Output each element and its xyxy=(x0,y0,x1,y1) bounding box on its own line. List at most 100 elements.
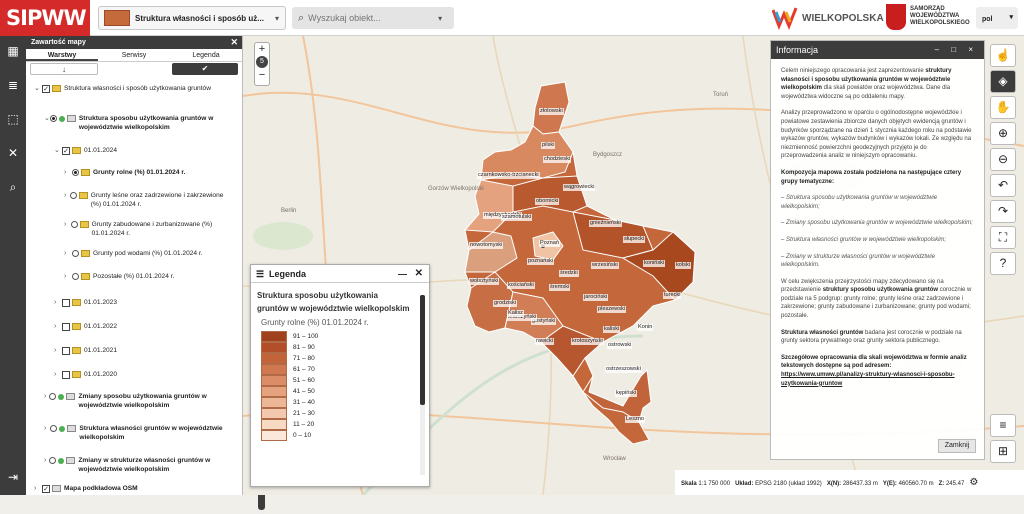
chevron-down-icon[interactable]: ⌄ xyxy=(54,146,62,155)
county-label: gnieźnieński xyxy=(589,220,622,227)
exit-icon[interactable]: ⇥ xyxy=(0,466,26,488)
grid-icon[interactable]: ▦ xyxy=(0,40,26,62)
info-body: Celem niniejszego opracowania jest zapre… xyxy=(771,59,984,388)
settings-gear-icon[interactable]: ⚙ xyxy=(969,477,978,488)
chevron-right-icon[interactable]: › xyxy=(64,191,70,200)
tree-node[interactable]: › 01.01.2020 xyxy=(54,370,117,379)
chevron-down-icon[interactable]: ⌄ xyxy=(34,84,42,93)
close-icon[interactable]: ✕ xyxy=(415,265,423,283)
redo-icon[interactable]: ↷ xyxy=(990,200,1016,223)
legend-class: 71 – 80 xyxy=(261,353,429,364)
tree-node[interactable]: ⌄ Struktura sposobu użytkowania gruntów w… xyxy=(44,114,230,132)
chevron-right-icon[interactable]: › xyxy=(54,298,62,307)
chevron-right-icon[interactable]: › xyxy=(54,346,62,355)
chevron-down-icon[interactable]: ⌄ xyxy=(44,114,50,123)
checkbox[interactable] xyxy=(62,347,70,355)
crs-value[interactable]: EPSG 2180 (układ 1992) xyxy=(755,481,822,487)
sipww-logo[interactable]: SIPWW xyxy=(0,0,90,36)
wielkopolska-logo[interactable]: WIELKOPOLSKA xyxy=(772,6,884,30)
tree-node[interactable]: › Grunty rolne (%) 01.01.2024 r. xyxy=(64,168,229,177)
chevron-right-icon[interactable]: › xyxy=(54,370,62,379)
checkbox[interactable] xyxy=(62,371,70,379)
tree-node[interactable]: › Grunty pod wodami (%) 01.01.2024 r. xyxy=(64,249,224,258)
checkbox[interactable]: ✓ xyxy=(42,85,50,93)
zoom-in-button[interactable]: + xyxy=(255,43,269,55)
tree-node[interactable]: › 01.01.2022 xyxy=(54,322,117,331)
radio[interactable] xyxy=(49,457,57,464)
radio[interactable] xyxy=(72,250,79,257)
checkbox[interactable]: ✓ xyxy=(42,485,50,493)
expand-button[interactable]: ↓ xyxy=(30,63,98,75)
zoom-out-button[interactable]: − xyxy=(255,69,269,81)
window-controls[interactable]: – □ × xyxy=(935,41,978,59)
extent-icon[interactable]: ⛶ xyxy=(990,226,1016,249)
tree-node[interactable]: › Pozostałe (%) 01.01.2024 r. xyxy=(64,272,224,281)
table-icon xyxy=(66,115,76,122)
tree-node-label: 01.01.2022 xyxy=(84,323,118,330)
project-selector[interactable]: Struktura własności i sposób uż... ▾ xyxy=(98,6,286,30)
legend-scrollbar[interactable] xyxy=(420,295,425,475)
legend-class: 0 – 10 xyxy=(261,430,429,441)
chevron-right-icon[interactable]: › xyxy=(64,249,72,258)
tab-legenda[interactable]: Legenda xyxy=(170,49,242,61)
analysis-link[interactable]: https://www.umww.pl/analizy-struktury-wl… xyxy=(781,372,955,387)
folder-icon xyxy=(72,371,81,378)
radio[interactable] xyxy=(72,169,79,176)
hand-icon[interactable]: ✋ xyxy=(990,96,1016,119)
samorzad-line: WIELKOPOLSKIEGO xyxy=(910,20,970,26)
chevron-right-icon[interactable]: › xyxy=(54,322,62,331)
list-icon[interactable]: ≡ xyxy=(990,414,1016,437)
chevron-right-icon[interactable]: › xyxy=(34,484,42,493)
left-toolbar: ▦ ≣ ⬚ ✕ ⌕ ⇥ xyxy=(0,36,26,495)
chevron-right-icon[interactable]: › xyxy=(64,272,72,281)
tree-node[interactable]: › Grunty zabudowane i zurbanizowane (%) 0… xyxy=(64,220,224,238)
scale-value[interactable]: 1:1 750 000 xyxy=(698,481,730,487)
legend-swatch xyxy=(261,430,287,441)
tree-node[interactable]: › 01.01.2021 xyxy=(54,346,117,355)
radio[interactable] xyxy=(72,273,79,280)
tab-serwisy[interactable]: Serwisy xyxy=(98,49,170,61)
language-selector[interactable]: pol ▾ xyxy=(976,7,1018,29)
grid-lines-icon[interactable]: ⊞ xyxy=(990,440,1016,463)
radio[interactable] xyxy=(49,115,57,122)
radio[interactable] xyxy=(69,192,77,199)
radio[interactable] xyxy=(50,425,58,432)
tree-node[interactable]: › Zmiany sposobu użytkowania gruntów w wo… xyxy=(44,392,230,410)
help-icon[interactable]: ? xyxy=(990,252,1016,275)
info-group-item: – Struktura sposobu użytkowania gruntów … xyxy=(781,195,938,210)
zoom-in-icon[interactable]: ⊕ xyxy=(990,122,1016,145)
minimize-icon[interactable]: — xyxy=(398,265,407,283)
info-group-item: – Struktura własności gruntów w wojewódz… xyxy=(781,236,947,243)
radio[interactable] xyxy=(70,221,78,228)
tree-node[interactable]: › Grunty leśne oraz zadrzewione i zakrzew… xyxy=(64,191,224,209)
tab-warstwy[interactable]: Warstwy xyxy=(26,49,98,61)
tree-node[interactable]: › Struktura własności gruntów w województ… xyxy=(44,424,230,442)
pan-pointer-icon[interactable]: ☝ xyxy=(990,44,1016,67)
tree-node[interactable]: › ✓ Mapa podkładowa OSM xyxy=(34,484,230,493)
search-box[interactable]: ⌕ ▾ xyxy=(292,7,454,29)
legend-class-label: 21 – 30 xyxy=(293,410,315,417)
close-icon[interactable]: ✕ xyxy=(230,36,238,49)
chevron-right-icon[interactable]: › xyxy=(64,168,72,177)
check-all-button[interactable]: ✔ xyxy=(172,63,238,75)
close-button[interactable]: Zamknij xyxy=(938,439,976,453)
chevron-right-icon[interactable]: › xyxy=(64,220,71,229)
checkbox[interactable]: ✓ xyxy=(62,147,70,155)
search-list-icon[interactable]: ≣ xyxy=(0,74,26,96)
zoom-out-icon[interactable]: ⊖ xyxy=(990,148,1016,171)
checkbox[interactable] xyxy=(62,299,70,307)
search-input[interactable] xyxy=(308,13,439,23)
checkbox[interactable] xyxy=(62,323,70,331)
radio[interactable] xyxy=(49,393,57,400)
tree-node[interactable]: ⌄ ✓ Struktura własności i sposób użytkowan… xyxy=(34,84,230,93)
tree-node[interactable]: › 01.01.2023 xyxy=(54,298,117,307)
select-icon[interactable]: ⬚ xyxy=(0,108,26,130)
place-label: Berlin xyxy=(281,208,297,214)
tree-node[interactable]: › Zmiany w strukturze własności gruntów w… xyxy=(44,456,230,474)
place-label: Wrocław xyxy=(603,456,626,462)
undo-icon[interactable]: ↶ xyxy=(990,174,1016,197)
tools-icon[interactable]: ✕ xyxy=(0,142,26,164)
tree-node[interactable]: ⌄ ✓ 01.01.2024 xyxy=(54,146,117,155)
search-icon[interactable]: ⌕ xyxy=(0,176,26,198)
layers-icon[interactable]: ◈ xyxy=(990,70,1016,93)
